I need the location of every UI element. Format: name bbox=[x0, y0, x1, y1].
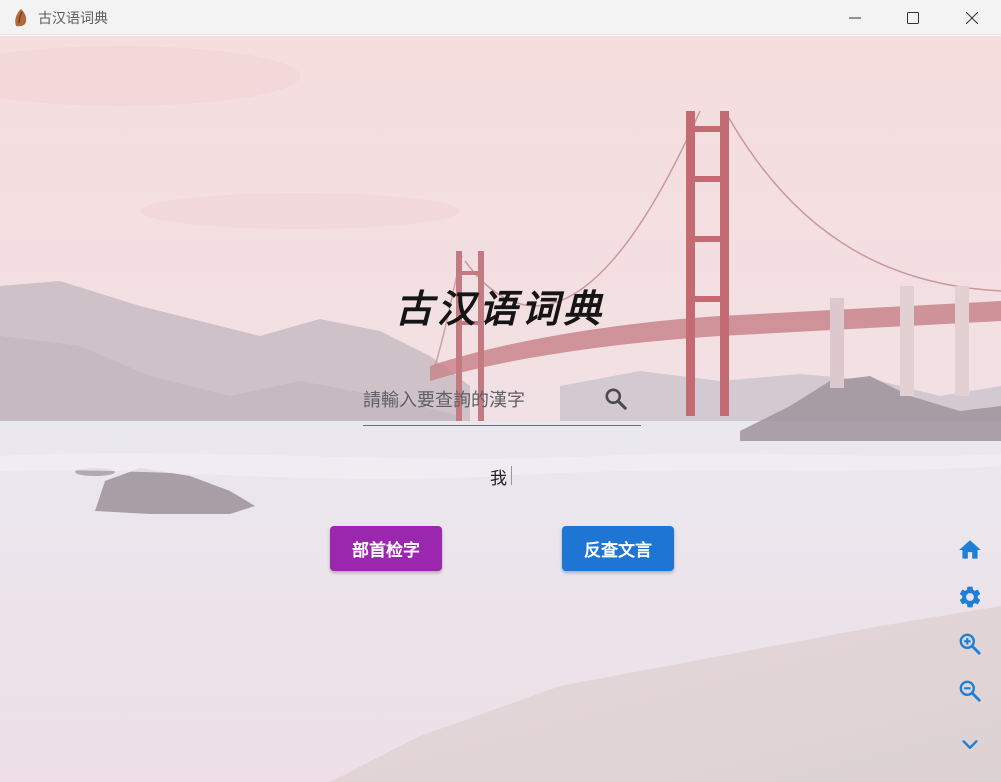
reverse-lookup-button[interactable]: 反查文言 bbox=[562, 526, 674, 571]
text-caret bbox=[511, 466, 512, 485]
title-bar: 古汉语词典 bbox=[0, 0, 1001, 35]
chevron-down-icon bbox=[962, 740, 978, 749]
settings-button[interactable] bbox=[956, 583, 984, 611]
close-icon bbox=[966, 11, 978, 24]
app-logo-icon bbox=[15, 9, 27, 27]
search-bar bbox=[363, 378, 641, 426]
close-button[interactable] bbox=[943, 0, 1001, 35]
app-title: 古汉语词典 bbox=[394, 286, 605, 331]
zoom-out-button[interactable] bbox=[956, 677, 984, 705]
search-input[interactable] bbox=[363, 382, 593, 418]
window-title: 古汉语词典 bbox=[38, 11, 108, 27]
maximize-button[interactable] bbox=[884, 0, 942, 35]
search-icon[interactable] bbox=[603, 386, 629, 412]
gear-icon bbox=[959, 586, 981, 608]
minimize-button[interactable] bbox=[826, 0, 884, 35]
zoom-out-icon bbox=[959, 680, 981, 702]
main-view: 古汉语词典 我 部首检字 反查文言 bbox=[0, 36, 1001, 782]
zoom-in-icon bbox=[959, 633, 981, 655]
radical-lookup-button[interactable]: 部首检字 bbox=[330, 526, 442, 571]
more-button[interactable] bbox=[956, 731, 984, 759]
maximize-icon bbox=[907, 11, 919, 24]
glyph-preview: 我 bbox=[490, 469, 507, 489]
minimize-icon bbox=[849, 17, 861, 18]
home-button[interactable] bbox=[956, 536, 984, 564]
home-icon bbox=[959, 540, 981, 559]
zoom-in-button[interactable] bbox=[956, 630, 984, 658]
